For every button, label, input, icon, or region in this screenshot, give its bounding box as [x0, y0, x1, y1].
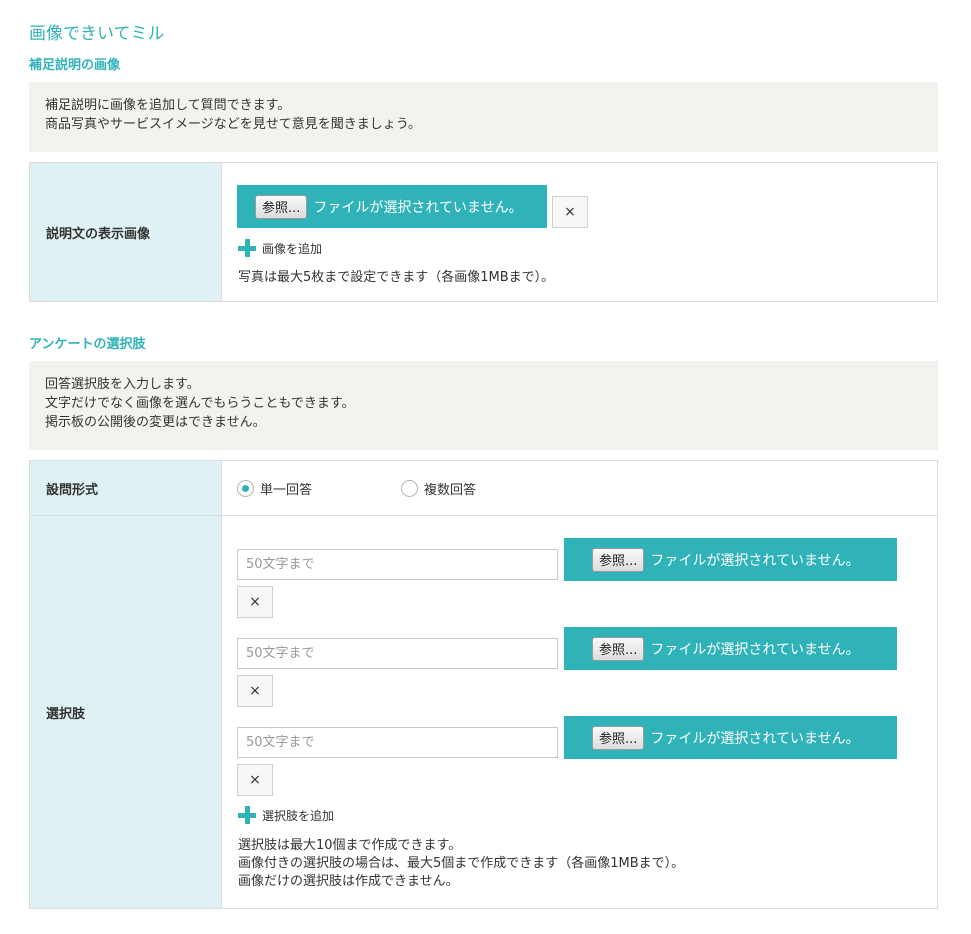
clear-option-button[interactable]: × [237, 586, 273, 618]
file-status-text: ファイルが選択されていません。 [650, 552, 860, 569]
form-row-options: 選択肢 参照... ファイルが選択されていません。 × 参照... ファイルが選… [30, 516, 937, 908]
browse-button[interactable]: 参照... [592, 636, 645, 661]
info-line: 商品写真やサービスイメージなどを見せて意見を聞きましょう。 [45, 117, 421, 132]
radio-button[interactable] [237, 480, 254, 497]
choices-heading: アンケートの選択肢 [29, 337, 146, 352]
file-upload-bar: 参照... ファイルが選択されていません。 [564, 538, 897, 581]
file-upload-bar: 参照... ファイルが選択されていません。 [237, 185, 547, 228]
radio-multiple-answer[interactable]: 複数回答 [401, 479, 476, 498]
radio-single-answer[interactable]: 単一回答 [237, 479, 312, 498]
note-line: 画像だけの選択肢は作成できません。 [238, 874, 459, 889]
radio-label: 単一回答 [260, 483, 313, 498]
row-label: 設問形式 [30, 461, 222, 515]
clear-file-button[interactable]: × [552, 196, 588, 228]
row-label: 選択肢 [30, 516, 222, 908]
clear-option-button[interactable]: × [237, 764, 273, 796]
row-body: 参照... ファイルが選択されていません。 × 参照... ファイルが選択されて… [222, 516, 937, 908]
supplement-form-table: 説明文の表示画像 参照... ファイルが選択されていません。 × 画像を追加 写… [29, 162, 938, 302]
add-image-link[interactable]: 画像を追加 [238, 239, 322, 257]
row-label: 説明文の表示画像 [30, 163, 222, 301]
options-limit-note: 選択肢は最大10個まで作成できます。 画像付きの選択肢の場合は、最大5個まで作成… [238, 837, 684, 891]
supplement-info-box: 補足説明に画像を追加して質問できます。 商品写真やサービスイメージなどを見せて意… [29, 82, 938, 152]
row-body: 参照... ファイルが選択されていません。 × 画像を追加 写真は最大5枚まで設… [222, 163, 937, 301]
form-row-display-image: 説明文の表示画像 参照... ファイルが選択されていません。 × 画像を追加 写… [30, 163, 937, 301]
row-body: 単一回答 複数回答 [222, 461, 937, 515]
radio-button[interactable] [401, 480, 418, 497]
image-limit-note: 写真は最大5枚まで設定できます（各画像1MBまで）。 [238, 270, 555, 285]
file-status-text: ファイルが選択されていません。 [650, 730, 860, 747]
clear-option-button[interactable]: × [237, 675, 273, 707]
info-line: 文字だけでなく画像を選んでもらうこともできます。 [45, 396, 355, 411]
add-image-label: 画像を追加 [262, 241, 323, 256]
file-upload-bar: 参照... ファイルが選択されていません。 [564, 716, 897, 759]
info-line: 回答選択肢を入力します。 [45, 377, 200, 392]
plus-icon [238, 806, 256, 824]
note-line: 画像付きの選択肢の場合は、最大5個まで作成できます（各画像1MBまで）。 [238, 856, 685, 871]
supplement-heading: 補足説明の画像 [29, 58, 121, 73]
choices-form-table: 設問形式 単一回答 複数回答 選択肢 参照... ファイルが選択されていません。… [29, 460, 938, 909]
browse-button[interactable]: 参照... [592, 725, 645, 750]
radio-label: 複数回答 [424, 483, 477, 498]
file-status-text: ファイルが選択されていません。 [650, 641, 860, 658]
page-title: 画像できいてミル [29, 24, 165, 44]
browse-button[interactable]: 参照... [255, 194, 308, 219]
info-line: 補足説明に画像を追加して質問できます。 [45, 98, 291, 113]
note-line: 選択肢は最大10個まで作成できます。 [238, 838, 462, 853]
option-text-input[interactable] [237, 727, 558, 758]
option-text-input[interactable] [237, 638, 558, 669]
add-option-link[interactable]: 選択肢を追加 [238, 806, 334, 824]
form-row-question-format: 設問形式 単一回答 複数回答 [30, 461, 937, 516]
plus-icon [238, 239, 256, 257]
choices-info-box: 回答選択肢を入力します。 文字だけでなく画像を選んでもらうこともできます。 掲示… [29, 361, 938, 450]
browse-button[interactable]: 参照... [592, 547, 645, 572]
add-option-label: 選択肢を追加 [262, 808, 335, 823]
file-status-text: ファイルが選択されていません。 [313, 199, 523, 216]
option-text-input[interactable] [237, 549, 558, 580]
info-line: 掲示板の公開後の変更はできません。 [45, 415, 266, 430]
file-upload-bar: 参照... ファイルが選択されていません。 [564, 627, 897, 670]
